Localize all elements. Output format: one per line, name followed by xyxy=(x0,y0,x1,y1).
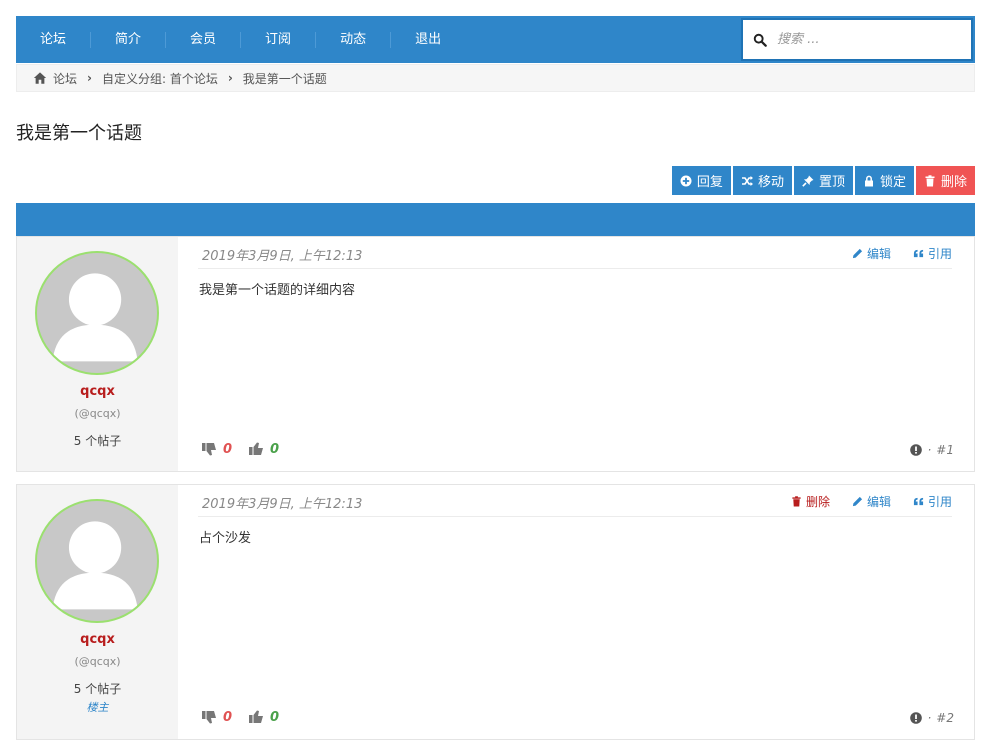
vote-controls: 0 0 xyxy=(201,441,279,457)
search-box xyxy=(741,18,973,61)
post-meta: 2019年3月9日, 上午12:13 编辑 引用 xyxy=(198,237,952,269)
top-navbar: 论坛 简介 会员 订阅 动态 退出 xyxy=(16,16,975,63)
thumbs-down-icon xyxy=(202,711,216,724)
user-post-count: 5 个帖子 xyxy=(73,434,122,448)
delete-post-label: 删除 xyxy=(805,495,830,509)
quote-label: 引用 xyxy=(927,495,952,509)
user-post-count: 5 个帖子 xyxy=(73,682,122,696)
nav-item-activity[interactable]: 动态 xyxy=(316,31,392,48)
username[interactable]: qcqx xyxy=(17,632,178,647)
nav-item-subscriptions[interactable]: 订阅 xyxy=(241,31,317,48)
edit-label: 编辑 xyxy=(866,495,891,509)
post-index: · #1 xyxy=(910,443,954,457)
quote-label: 引用 xyxy=(927,247,952,261)
lock-label: 锁定 xyxy=(879,175,906,190)
breadcrumb-current: 我是第一个话题 xyxy=(242,71,327,86)
breadcrumb-category[interactable]: 自定义分组: 首个论坛 xyxy=(102,70,218,87)
quote-post-button[interactable]: 引用 xyxy=(913,493,952,510)
breadcrumb-forum[interactable]: 论坛 xyxy=(53,70,77,87)
nav-item-logout[interactable]: 退出 xyxy=(391,32,465,48)
post-footer: 0 0 · #2 xyxy=(201,709,954,729)
post-meta: 2019年3月9日, 上午12:13 删除 编辑 引用 xyxy=(198,485,952,517)
post-index: · #2 xyxy=(910,711,954,725)
plus-circle-icon xyxy=(680,175,692,186)
avatar[interactable] xyxy=(35,251,159,375)
upvote-button[interactable]: 0 xyxy=(248,709,279,725)
lock-button[interactable]: 锁定 xyxy=(854,166,914,195)
edit-post-button[interactable]: 编辑 xyxy=(852,245,891,262)
post-item: qcqx (@qcqx) 5 个帖子 2019年3月9日, 上午12:13 编辑… xyxy=(16,236,975,472)
post-item: qcqx (@qcqx) 5 个帖子 楼主 2019年3月9日, 上午12:13… xyxy=(16,484,975,740)
posts-header-bar xyxy=(16,203,975,236)
exclamation-circle-icon[interactable] xyxy=(910,444,923,456)
upvote-count: 0 xyxy=(270,709,280,725)
search-icon xyxy=(753,33,767,47)
user-handle: (@qcqx) xyxy=(74,407,121,420)
reply-button[interactable]: 回复 xyxy=(671,166,731,195)
thumbs-up-icon xyxy=(249,710,264,723)
post-footer: 0 0 · #1 xyxy=(201,441,954,461)
pin-button[interactable]: 置顶 xyxy=(793,166,853,195)
post-tools: 编辑 引用 xyxy=(852,245,952,262)
reply-label: 回复 xyxy=(696,175,723,190)
exclamation-circle-icon[interactable] xyxy=(910,712,923,724)
post-author-panel: qcqx (@qcqx) 5 个帖子 xyxy=(17,237,178,471)
edit-post-button[interactable]: 编辑 xyxy=(852,493,891,510)
trash-icon xyxy=(925,174,935,186)
shuffle-icon xyxy=(741,175,753,186)
post-date: 2019年3月9日, 上午12:13 xyxy=(202,497,363,512)
page-title: 我是第一个话题 xyxy=(16,123,142,144)
upvote-button[interactable]: 0 xyxy=(248,441,279,457)
post-index-separator: · xyxy=(927,711,932,725)
pencil-icon xyxy=(852,496,863,507)
lock-icon xyxy=(864,175,873,186)
search-input[interactable] xyxy=(777,32,957,47)
post-content: 我是第一个话题的详细内容 xyxy=(199,283,356,298)
post-index-separator: · xyxy=(927,443,932,457)
downvote-button[interactable]: 0 xyxy=(201,441,242,457)
user-silhouette-icon xyxy=(52,521,138,610)
user-handle: (@qcqx) xyxy=(74,655,121,668)
edit-label: 编辑 xyxy=(866,247,891,261)
quote-post-button[interactable]: 引用 xyxy=(913,245,952,262)
upvote-count: 0 xyxy=(270,441,280,457)
delete-topic-button[interactable]: 删除 xyxy=(915,166,975,195)
pin-icon xyxy=(802,175,814,187)
post-author-panel: qcqx (@qcqx) 5 个帖子 楼主 xyxy=(17,485,178,739)
downvote-count: 0 xyxy=(223,709,233,725)
avatar[interactable] xyxy=(35,499,159,623)
delete-label: 删除 xyxy=(940,175,967,190)
nav-menu: 论坛 简介 会员 订阅 动态 退出 xyxy=(16,16,465,63)
chevron-right-icon: › xyxy=(227,71,233,85)
post-number[interactable]: #1 xyxy=(936,443,954,457)
post-date: 2019年3月9日, 上午12:13 xyxy=(202,249,363,264)
topic-actions: 回复 移动 置顶 锁定 删除 xyxy=(671,166,975,195)
move-label: 移动 xyxy=(757,175,784,190)
delete-post-button[interactable]: 删除 xyxy=(791,493,830,510)
username[interactable]: qcqx xyxy=(17,384,178,399)
move-button[interactable]: 移动 xyxy=(732,166,792,195)
downvote-count: 0 xyxy=(223,441,233,457)
thumbs-up-icon xyxy=(249,442,264,455)
nav-item-forum[interactable]: 论坛 xyxy=(16,31,92,48)
thumbs-down-icon xyxy=(202,443,216,456)
home-icon[interactable] xyxy=(33,71,47,85)
user-role-badge: 楼主 xyxy=(86,701,109,714)
downvote-button[interactable]: 0 xyxy=(201,709,242,725)
trash-icon xyxy=(792,496,801,507)
nav-item-members[interactable]: 会员 xyxy=(166,31,242,48)
user-silhouette-icon xyxy=(52,273,138,362)
nav-item-intro[interactable]: 简介 xyxy=(91,31,167,48)
post-tools: 删除 编辑 引用 xyxy=(791,493,952,510)
pencil-icon xyxy=(852,248,863,259)
post-number[interactable]: #2 xyxy=(936,711,954,725)
vote-controls: 0 0 xyxy=(201,709,279,725)
pin-label: 置顶 xyxy=(818,175,845,190)
chevron-right-icon: › xyxy=(87,71,92,85)
breadcrumb: 论坛 › 自定义分组: 首个论坛 › 我是第一个话题 xyxy=(16,64,975,92)
quote-icon xyxy=(913,497,924,506)
quote-icon xyxy=(913,249,924,258)
post-content: 占个沙发 xyxy=(199,531,252,546)
